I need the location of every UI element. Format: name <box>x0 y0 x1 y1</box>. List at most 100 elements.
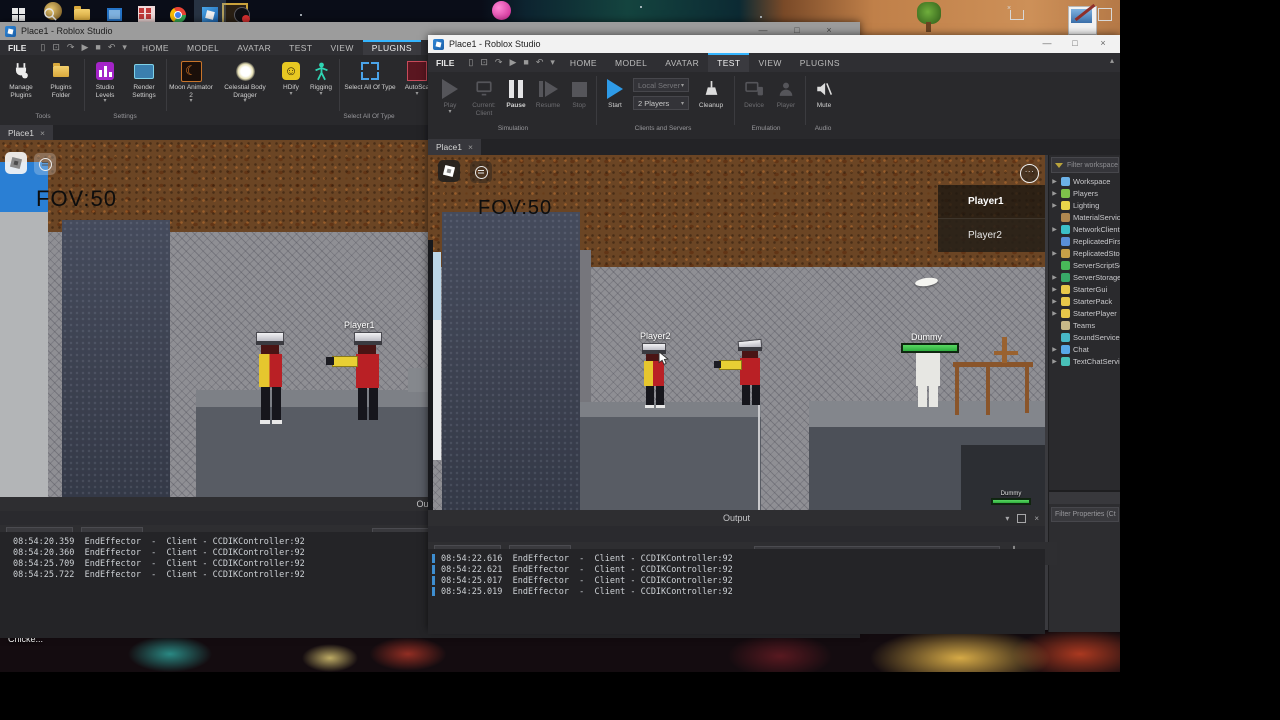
open-file-icon[interactable]: ⊡ <box>480 58 488 67</box>
undo-icon[interactable]: ↶ <box>108 43 116 52</box>
network-icon[interactable] <box>1010 10 1024 20</box>
chevron-down-icon[interactable]: ▾ <box>550 58 555 67</box>
properties-filter-input[interactable]: Filter Properties (Ct <box>1051 507 1119 522</box>
play-icon[interactable]: ▶ <box>509 58 516 67</box>
doc-tab-place1[interactable]: Place1 × <box>428 139 481 155</box>
character-player1-back <box>338 332 390 432</box>
chevron-down-icon: ▾ <box>415 92 418 97</box>
leaderboard[interactable]: Player1 Player2 <box>938 185 1045 252</box>
front-viewport[interactable]: Dummy Player2 <box>428 155 1045 510</box>
doc-tab-place1[interactable]: Place1 × <box>0 125 53 140</box>
tab-model[interactable]: MODEL <box>178 40 228 55</box>
plugins-folder-button[interactable]: Plugins Folder <box>42 58 80 99</box>
close-button[interactable]: × <box>1092 37 1114 50</box>
letterbox-bottom <box>0 701 1280 720</box>
lighting-icon <box>1061 201 1070 210</box>
player-button[interactable]: Player <box>771 76 801 110</box>
script-toggle-button[interactable] <box>470 161 492 183</box>
tree-item-starterplayer[interactable]: ▶StarterPlayer <box>1049 307 1121 319</box>
script-toggle-button[interactable] <box>34 153 56 175</box>
button-label: Render Settings <box>125 84 163 99</box>
play-icon[interactable]: ▶ <box>81 43 88 52</box>
float-panel-icon[interactable] <box>1017 514 1026 523</box>
stop-icon[interactable]: ■ <box>523 58 528 67</box>
tree-item-replicatedfirst[interactable]: ReplicatedFirst <box>1049 235 1121 247</box>
tab-view[interactable]: VIEW <box>749 53 790 72</box>
tree-item-workspace[interactable]: ▶Workspace <box>1049 175 1121 187</box>
stop-button[interactable]: Stop <box>566 76 592 110</box>
tree-item-textchatservice[interactable]: ▶TextChatService <box>1049 355 1121 367</box>
close-tab-icon[interactable]: × <box>40 128 45 138</box>
maximize-button[interactable]: □ <box>1064 37 1086 50</box>
tree-item-networkclient[interactable]: ▶NetworkClient <box>1049 223 1121 235</box>
minimize-button[interactable]: — <box>1036 37 1058 50</box>
tab-home[interactable]: HOME <box>133 40 178 55</box>
open-file-icon[interactable]: ⊡ <box>52 43 60 52</box>
tree-item-starterpack[interactable]: ▶StarterPack <box>1049 295 1121 307</box>
selection-corners-icon <box>361 58 379 84</box>
device-button[interactable]: Device <box>739 76 769 110</box>
front-titlebar[interactable]: Place1 - Roblox Studio — □ × <box>428 35 1120 53</box>
explorer-filter-input[interactable]: Filter workspace <box>1051 157 1119 173</box>
rigging-button[interactable]: Rigging ▾ <box>306 58 336 97</box>
collapse-ribbon-icon[interactable]: ▴ <box>1110 56 1114 65</box>
close-panel-icon[interactable]: × <box>1034 514 1039 523</box>
select-all-of-type-button[interactable]: Select All Of Type <box>342 58 398 92</box>
desktop-icon-painting[interactable] <box>1068 6 1097 35</box>
play-button[interactable]: Play ▾ <box>434 76 466 115</box>
gray-ground <box>0 210 48 497</box>
chevron-down-icon[interactable]: ▾ <box>1005 514 1009 523</box>
hdify-button[interactable]: ☺ HDify ▾ <box>278 58 304 97</box>
render-settings-button[interactable]: Render Settings <box>125 58 163 99</box>
tree-item-soundservice[interactable]: SoundService <box>1049 331 1121 343</box>
tree-item-materialservice[interactable]: MaterialService <box>1049 211 1121 223</box>
file-menu[interactable]: FILE <box>428 53 462 72</box>
tab-avatar[interactable]: AVATAR <box>228 40 280 55</box>
action-center-icon[interactable] <box>1098 8 1112 21</box>
tree-item-lighting[interactable]: ▶Lighting <box>1049 199 1121 211</box>
tab-home[interactable]: HOME <box>561 53 606 72</box>
new-file-icon[interactable]: ▯ <box>468 58 473 67</box>
moon-animator-button[interactable]: ☾ Moon Animator 2 ▾ <box>169 58 213 104</box>
server-type-dropdown[interactable]: Local Server▾ <box>633 78 689 92</box>
tab-plugins[interactable]: PLUGINS <box>363 40 421 55</box>
redo-icon[interactable]: ↷ <box>67 43 75 52</box>
mute-button[interactable]: Mute <box>809 76 839 110</box>
desktop-icon-tree[interactable] <box>916 2 942 32</box>
start-button[interactable]: Start <box>601 76 629 110</box>
tab-test[interactable]: TEST <box>280 40 321 55</box>
cleanup-button[interactable]: Cleanup <box>694 76 728 110</box>
front-output-titlebar[interactable]: Output ▾ × <box>428 510 1045 526</box>
undo-icon[interactable]: ↶ <box>536 58 544 67</box>
tree-item-serverscriptservice[interactable]: ServerScriptService <box>1049 259 1121 271</box>
roblox-more-menu-button[interactable]: ··· <box>1020 164 1039 183</box>
tree-item-chat[interactable]: ▶Chat <box>1049 343 1121 355</box>
roblox-menu-button[interactable] <box>5 152 27 174</box>
desktop-icon-messenger[interactable] <box>492 1 511 20</box>
stop-icon[interactable]: ■ <box>95 43 100 52</box>
file-menu[interactable]: FILE <box>0 40 34 55</box>
chevron-down-icon[interactable]: ▾ <box>122 43 127 52</box>
tab-avatar[interactable]: AVATAR <box>656 53 708 72</box>
celestial-body-dragger-button[interactable]: Celestial Body Dragger ▾ <box>215 58 275 104</box>
roblox-menu-button[interactable] <box>438 160 460 182</box>
tab-model[interactable]: MODEL <box>606 53 656 72</box>
tab-view[interactable]: VIEW <box>321 40 362 55</box>
current-client-button[interactable]: Current:Client <box>468 76 500 117</box>
players-count-dropdown[interactable]: 2 Players▾ <box>633 96 689 110</box>
new-file-icon[interactable]: ▯ <box>40 43 45 52</box>
studio-levels-button[interactable]: Studio Levels ▾ <box>87 58 123 104</box>
close-tab-icon[interactable]: × <box>468 142 473 152</box>
tree-item-replicatedstorage[interactable]: ▶ReplicatedStorage <box>1049 247 1121 259</box>
tab-plugins[interactable]: PLUGINS <box>791 53 849 72</box>
manage-plugins-button[interactable]: Manage Plugins <box>2 58 40 99</box>
front-output-log[interactable]: 08:54:22.616 EndEffector - Client - CCDI… <box>428 549 1045 634</box>
resume-button[interactable]: Resume <box>532 76 564 110</box>
tree-item-serverstorage[interactable]: ▶ServerStorage <box>1049 271 1121 283</box>
tree-item-players[interactable]: ▶Players <box>1049 187 1121 199</box>
tree-item-teams[interactable]: Teams <box>1049 319 1121 331</box>
pause-button[interactable]: Pause <box>502 76 530 110</box>
tree-item-startergui[interactable]: ▶StarterGui <box>1049 283 1121 295</box>
tab-test[interactable]: TEST <box>708 53 749 72</box>
redo-icon[interactable]: ↷ <box>495 58 503 67</box>
